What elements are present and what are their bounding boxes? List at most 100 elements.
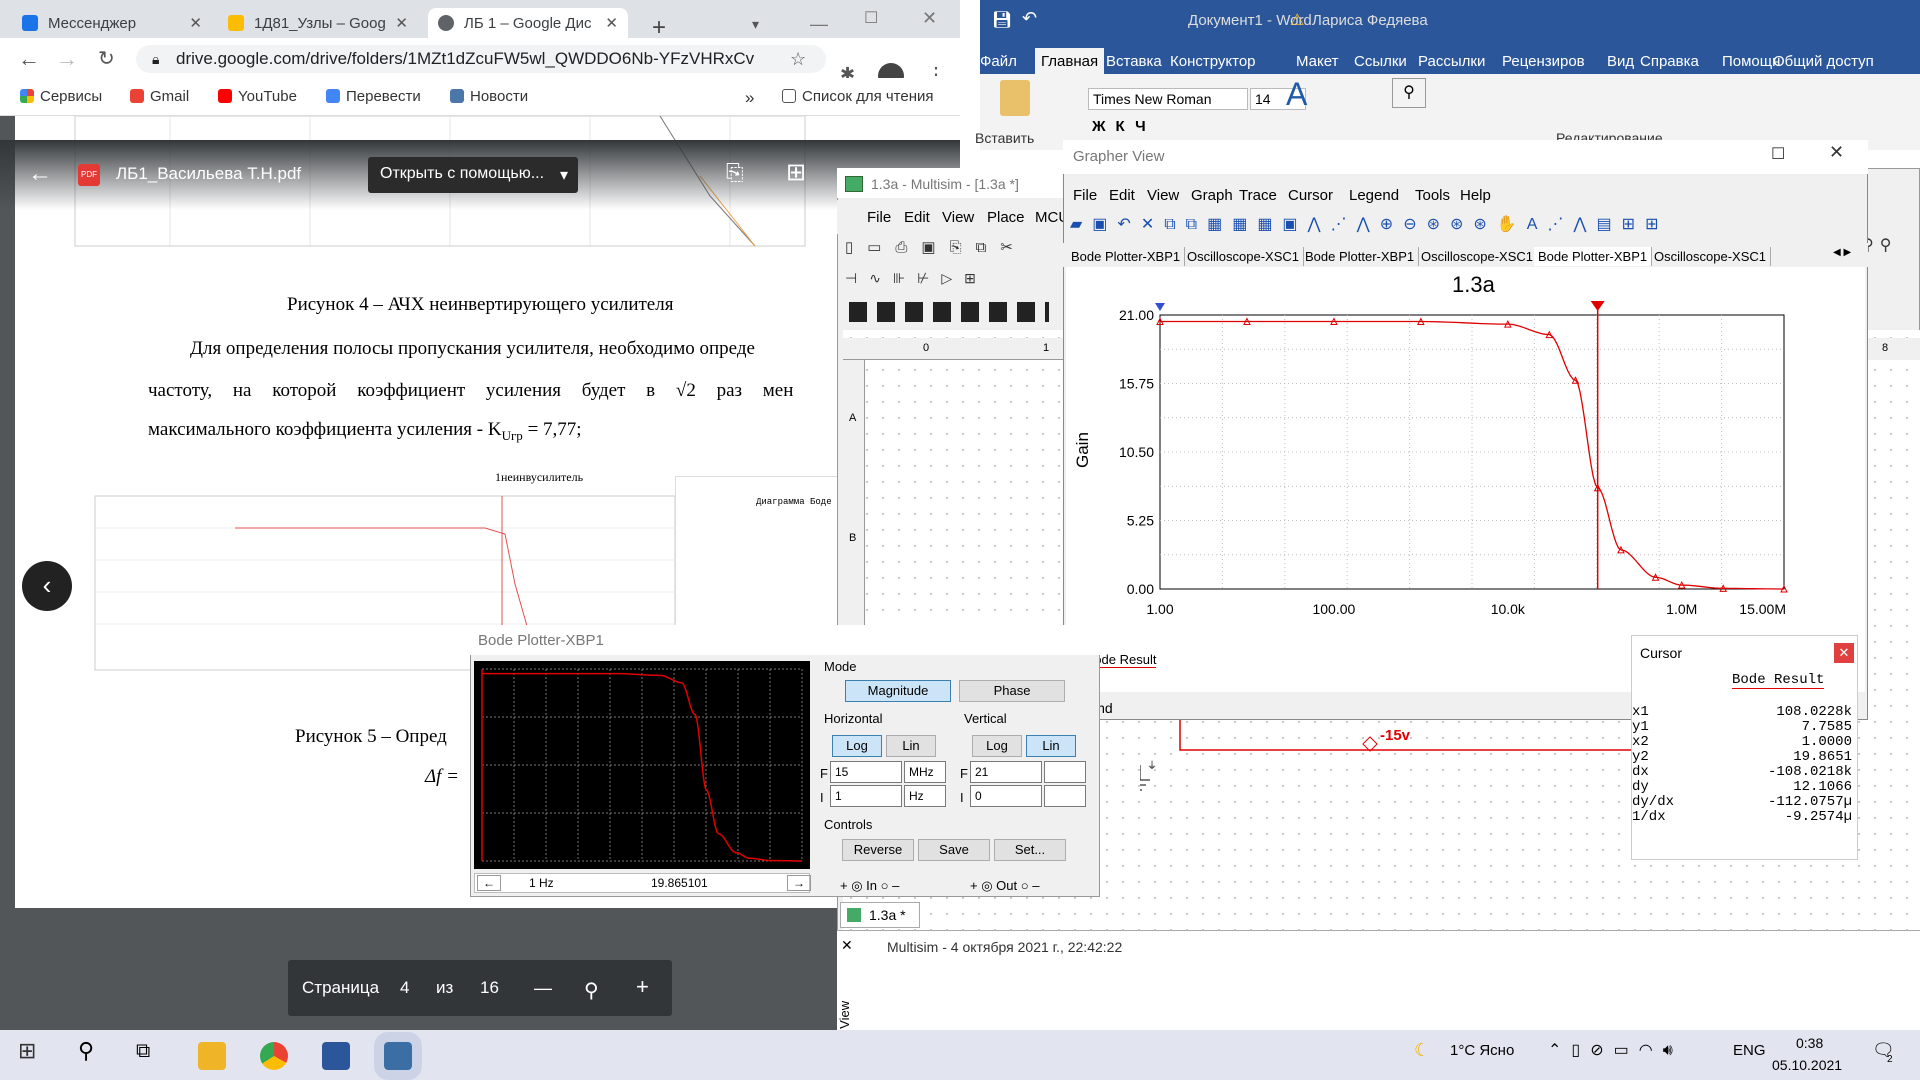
zoom-out-button[interactable]: — [534,978,552,999]
h-final-unit[interactable]: MHz [904,761,946,783]
tray-icons[interactable]: ⌃▯⊘▭◠🔊︎ [1548,1040,1683,1060]
h-final-input[interactable]: 15 [830,761,902,783]
maximize-icon[interactable]: ☐ [864,8,878,28]
paste-button[interactable]: Вставить [975,130,1034,146]
reload-icon[interactable]: ↻ [98,46,115,71]
zoom-icon[interactable]: ⚲ [584,978,599,1003]
close-window-icon[interactable]: ✕ [922,8,937,29]
grapher-tab[interactable]: Oscilloscope-XSC1 [1417,247,1538,266]
forward-icon[interactable]: → [56,46,78,72]
move-to-folder-icon[interactable]: ⎘ [726,160,744,186]
v-lin-button[interactable]: Lin [1026,735,1076,757]
multisim-toolbar-1[interactable]: ▯▭⎙▣⎘⧉✂ [845,238,1065,264]
gmenu-file[interactable]: File [1073,187,1097,204]
word-tab-mailings[interactable]: Рассылки [1418,53,1485,70]
word-tab-layout[interactable]: Макет [1296,53,1338,70]
word-tab-view[interactable]: Вид [1607,53,1634,70]
magnitude-button[interactable]: Magnitude [845,680,951,702]
reverse-button[interactable]: Reverse [842,839,914,861]
previous-file-button[interactable]: ‹ [22,561,72,611]
tab-scroll-arrows[interactable]: ◀ ▶ [1833,247,1851,258]
gmenu-view[interactable]: View [1147,187,1179,204]
close-panel-icon[interactable]: ✕ [841,937,853,954]
bookmark-youtube[interactable]: YouTube [218,88,297,105]
phase-button[interactable]: Phase [959,680,1065,702]
gmenu-tools[interactable]: Tools [1415,187,1450,204]
find-icon[interactable]: ⚲ [1392,78,1426,108]
doc-tab[interactable]: 1.3a * [840,902,920,928]
word-tab-review[interactable]: Рецензиров [1502,53,1585,70]
v-final-unit[interactable] [1044,761,1086,783]
close-tab-icon[interactable]: ✕ [189,14,202,32]
word-tab-references[interactable]: Ссылки [1354,53,1407,70]
grapher-plot-area[interactable]: 1.3a Gain 21.00 15.75 10.50 5.25 0.00 1.00 100.0… [1066,267,1865,692]
multisim-taskbar-icon[interactable] [374,1032,422,1080]
minimize-icon[interactable]: — [810,14,828,35]
h-log-button[interactable]: Log [832,735,882,757]
h-lin-button[interactable]: Lin [886,735,936,757]
add-comment-icon[interactable]: ⊞ [786,158,806,187]
h-initial-input[interactable]: 1 [830,785,902,807]
gmenu-graph[interactable]: Graph [1191,187,1233,204]
bookmarks-more-button[interactable]: » [745,88,754,108]
zoom-in-button[interactable]: + [636,974,649,1000]
share-button[interactable]: Общий доступ [1773,53,1874,70]
reading-list-button[interactable]: Список для чтения [782,88,934,105]
word-tab-file[interactable]: Файл [980,53,1017,70]
gmenu-cursor[interactable]: Cursor [1288,187,1333,204]
chrome-icon[interactable] [260,1042,288,1070]
close-tab-icon[interactable]: ✕ [605,14,618,32]
language-indicator[interactable]: ENG [1733,1042,1766,1059]
gmenu-edit[interactable]: Edit [1109,187,1135,204]
gain-chart[interactable]: 1.3a Gain 21.00 15.75 10.50 5.25 0.00 1.00 100.0… [1066,267,1865,692]
menu-file[interactable]: File [867,209,891,226]
word-tab-help[interactable]: Справка [1640,53,1699,70]
undo-icon[interactable]: ↶ [1022,8,1037,29]
close-tab-icon[interactable]: ✕ [395,14,408,32]
maximize-icon[interactable]: ☐ [1771,144,1785,164]
gmenu-help[interactable]: Help [1460,187,1491,204]
bookmark-news[interactable]: Новости [450,88,528,105]
open-with-button[interactable]: Открыть с помощью... ▾ [368,157,578,193]
task-view-icon[interactable]: ⧉ [136,1040,150,1063]
browser-tab[interactable]: Мессенджер ✕ [12,8,212,38]
word-tab-assistant[interactable]: Помощн [1722,53,1780,70]
menu-view[interactable]: View [942,209,974,226]
menu-edit[interactable]: Edit [904,209,930,226]
tab-search-icon[interactable]: ▾ [752,16,759,33]
back-arrow-icon[interactable]: ← [28,160,52,188]
format-buttons[interactable]: ЖКЧ [1092,118,1156,135]
font-name-field[interactable]: Times New Roman [1088,88,1248,110]
multisim-toolbar-2[interactable]: ⊣∿⊪⊬▷⊞ [845,270,1065,296]
v-initial-input[interactable]: 0 [970,785,1042,807]
browser-tab[interactable]: 1Д81_Узлы – Goog ✕ [218,8,418,38]
word-tab-home[interactable]: Главная [1035,48,1105,76]
readout-left-arrow[interactable]: ← [477,875,501,891]
h-initial-unit[interactable]: Hz [904,785,946,807]
url-bar[interactable]: 🔒︎ drive.google.com/drive/folders/1MZt1d… [136,45,826,73]
grapher-tab[interactable]: Oscilloscope-XSC1 [1650,247,1771,266]
v-final-input[interactable]: 21 [970,761,1042,783]
word-icon[interactable] [322,1042,350,1070]
set-button[interactable]: Set... [994,839,1066,861]
in-terminal[interactable]: + ◎ In ○ – [840,878,899,894]
out-terminal[interactable]: + ◎ Out ○ – [970,878,1039,894]
back-icon[interactable]: ← [18,46,40,72]
weather-text[interactable]: 1°C Ясно [1450,1042,1514,1059]
save-icon[interactable]: 💾︎ [992,10,1012,30]
grapher-toolbar[interactable]: ▰▣↶✕⧉⧉▦▦▦▣⋀⋰⋀⊕⊖⊛⊛⊛✋A⋰⋀▤⊞⊞ [1066,212,1865,240]
word-tab-insert[interactable]: Вставка [1106,53,1162,70]
clock-time[interactable]: 0:38 [1796,1035,1823,1051]
file-explorer-icon[interactable] [198,1042,226,1070]
browser-tab-active[interactable]: ЛБ 1 – Google Дис ✕ [428,8,628,38]
grapher-tab[interactable]: Oscilloscope-XSC1 [1183,247,1304,266]
instrument-buttons[interactable] [849,302,1049,322]
clock-date[interactable]: 05.10.2021 [1772,1057,1842,1073]
v-log-button[interactable]: Log [972,735,1022,757]
v-initial-unit[interactable] [1044,785,1086,807]
zoom-tools[interactable]: ⚲⚲ [1862,235,1920,265]
bookmark-gmail[interactable]: Gmail [130,88,189,105]
save-button[interactable]: Save [918,839,990,861]
readout-right-arrow[interactable]: → [787,875,811,891]
grapher-tab[interactable]: Bode Plotter-XBP1 [1067,247,1186,266]
